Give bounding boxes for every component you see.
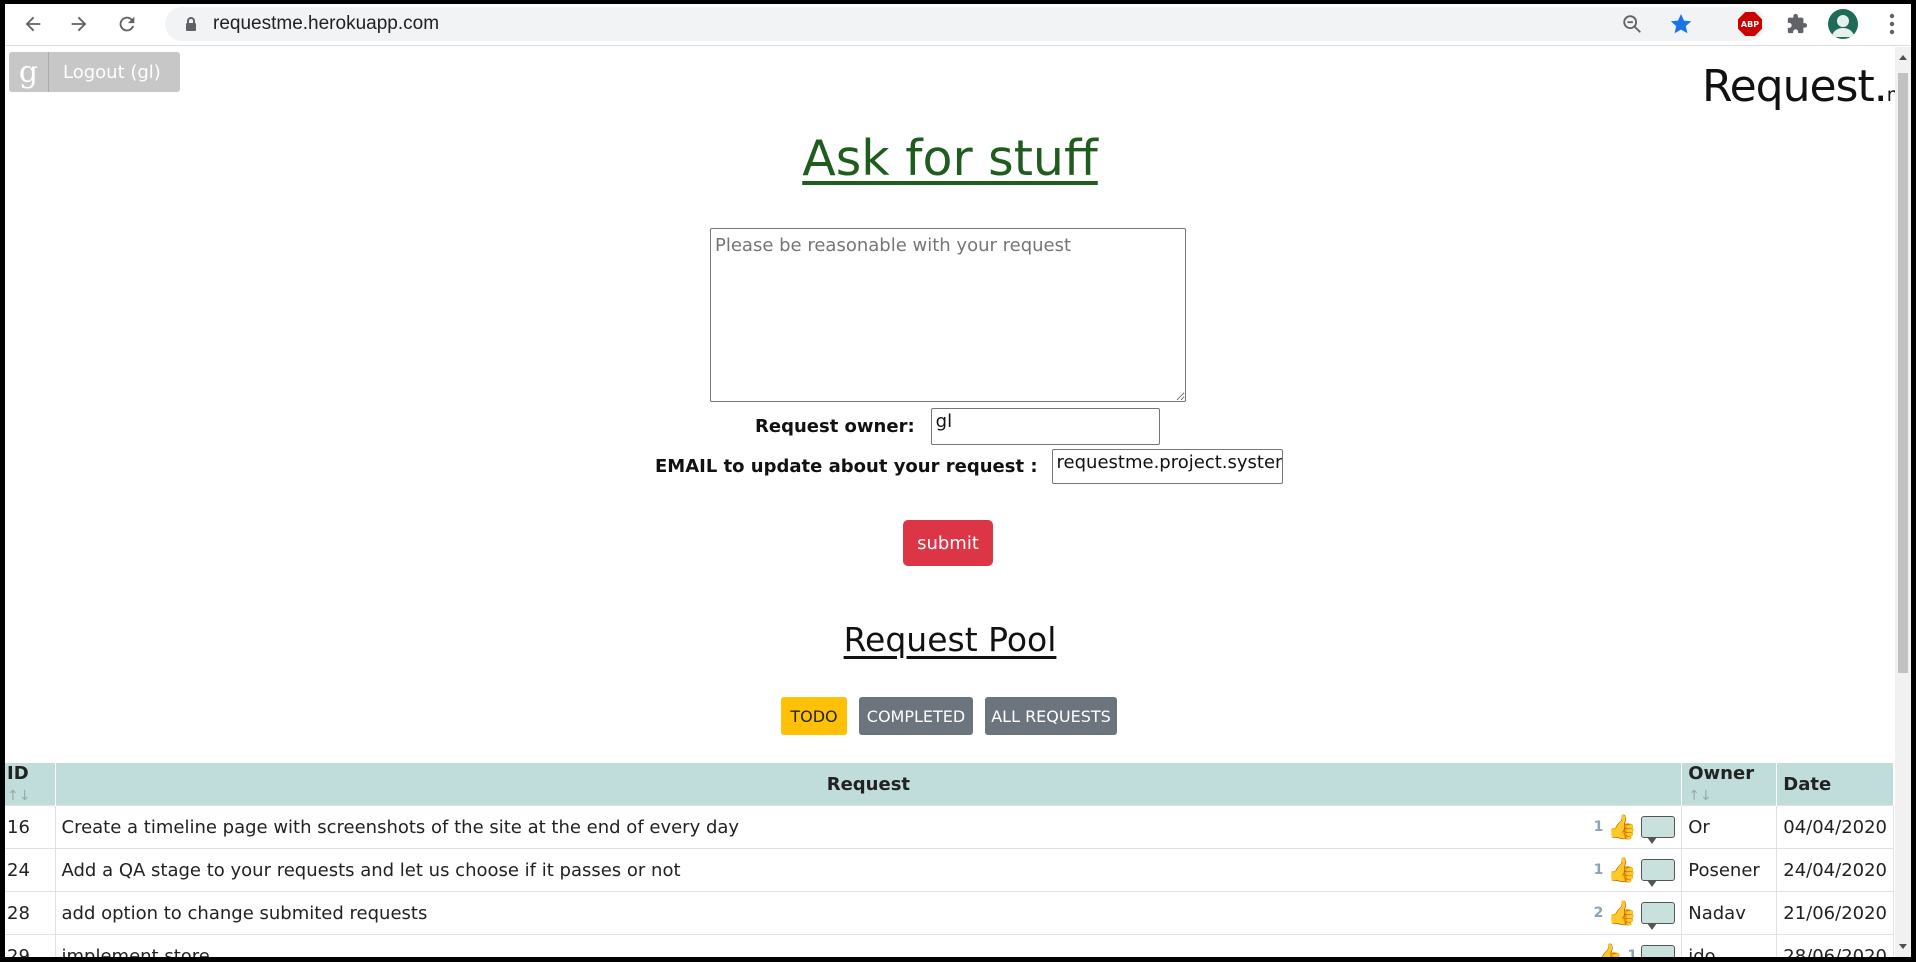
bookmark-star-icon[interactable] bbox=[1669, 12, 1693, 40]
scroll-up-arrow[interactable] bbox=[1899, 55, 1907, 60]
thumbs-up-icon[interactable]: 👍 bbox=[1607, 858, 1637, 882]
request-text[interactable]: Add a QA stage to your requests and let … bbox=[62, 860, 681, 881]
comment-icon[interactable] bbox=[1641, 816, 1676, 844]
table-row: 28 add option to change submited request… bbox=[5, 891, 1894, 935]
email-input[interactable]: requestme.project.system bbox=[1051, 449, 1283, 484]
thumbs-up-icon[interactable]: 👍 bbox=[1607, 901, 1637, 925]
comment-icon[interactable] bbox=[1641, 859, 1676, 887]
profile-avatar-icon[interactable] bbox=[1828, 9, 1858, 39]
row-id: 24 bbox=[5, 848, 56, 892]
owner-row: Request owner: gl bbox=[755, 408, 1160, 445]
browser-menu-icon[interactable] bbox=[1877, 9, 1907, 39]
browser-toolbar: requestme.herokuapp.com ABP bbox=[5, 4, 1911, 46]
table-row: 29 implement store 👍 1 ido 28/06/2020 bbox=[5, 934, 1894, 957]
table-header-row: ID ↑↓ Request Owner ↑↓ Date bbox=[5, 763, 1894, 806]
logo-main-text: Request. bbox=[1702, 61, 1888, 112]
owner-column-header[interactable]: Owner ↑↓ bbox=[1681, 763, 1778, 806]
vote-count: 1 bbox=[1593, 862, 1604, 878]
table-row: 24 Add a QA stage to your requests and l… bbox=[5, 848, 1894, 892]
id-column-header[interactable]: ID ↑↓ bbox=[5, 763, 56, 806]
thumbs-up-icon[interactable]: 👍 bbox=[1594, 944, 1624, 957]
vote-count: 2 bbox=[1593, 905, 1604, 921]
row-id: 16 bbox=[5, 805, 56, 849]
extensions-puzzle-icon[interactable] bbox=[1782, 9, 1812, 39]
adblock-icon[interactable]: ABP bbox=[1735, 9, 1765, 39]
owner-input[interactable]: gl bbox=[930, 408, 1160, 445]
row-request: Add a QA stage to your requests and let … bbox=[55, 848, 1683, 892]
row-owner: Nadav bbox=[1681, 891, 1778, 935]
row-date: 21/06/2020 bbox=[1776, 891, 1894, 935]
vote-count: 1 bbox=[1593, 819, 1604, 835]
row-owner: Or bbox=[1681, 805, 1778, 849]
request-text[interactable]: add option to change submited requests bbox=[62, 903, 428, 924]
page-content: g Logout (gl) Request.me 2 Ask for stuff… bbox=[5, 47, 1895, 957]
back-icon[interactable] bbox=[19, 10, 47, 38]
zoom-icon[interactable] bbox=[1621, 13, 1643, 39]
row-request: Create a timeline page with screenshots … bbox=[55, 805, 1683, 849]
browser-window: requestme.herokuapp.com ABP g Logout (gl… bbox=[5, 4, 1911, 957]
google-g-icon: g bbox=[9, 52, 49, 92]
url-text: requestme.herokuapp.com bbox=[213, 13, 440, 34]
scroll-thumb[interactable] bbox=[1898, 73, 1908, 673]
logout-label: Logout (gl) bbox=[63, 61, 161, 83]
page-title[interactable]: Ask for stuff bbox=[5, 130, 1895, 187]
lock-icon bbox=[185, 16, 197, 36]
email-row: EMAIL to update about your request : req… bbox=[655, 449, 1283, 484]
row-request: implement store 👍 1 bbox=[55, 934, 1683, 957]
logout-button[interactable]: g Logout (gl) bbox=[9, 52, 180, 92]
row-date: 24/04/2020 bbox=[1776, 848, 1894, 892]
owner-label: Request owner: bbox=[755, 416, 915, 437]
comment-icon[interactable] bbox=[1641, 902, 1676, 930]
request-pool-title: Request Pool bbox=[843, 620, 1057, 659]
vote-count: 1 bbox=[1627, 948, 1638, 957]
row-owner: Posener bbox=[1681, 848, 1778, 892]
sort-icon[interactable]: ↑↓ bbox=[1688, 788, 1711, 804]
forward-icon[interactable] bbox=[65, 10, 93, 38]
address-bar[interactable]: requestme.herokuapp.com bbox=[165, 7, 1765, 41]
scroll-down-arrow[interactable] bbox=[1899, 944, 1907, 949]
row-date: 04/04/2020 bbox=[1776, 805, 1894, 849]
filter-completed-button[interactable]: COMPLETED bbox=[859, 697, 973, 735]
comment-icon[interactable] bbox=[1641, 945, 1676, 957]
date-column-header: Date bbox=[1776, 763, 1894, 806]
row-request: add option to change submited requests 2… bbox=[55, 891, 1683, 935]
row-id: 29 bbox=[5, 934, 56, 957]
row-owner: ido bbox=[1681, 934, 1778, 957]
reload-icon[interactable] bbox=[113, 10, 141, 38]
row-id: 28 bbox=[5, 891, 56, 935]
email-label: EMAIL to update about your request : bbox=[655, 456, 1038, 477]
request-text[interactable]: Create a timeline page with screenshots … bbox=[62, 817, 740, 838]
row-date: 28/06/2020 bbox=[1776, 934, 1894, 957]
filter-all-requests-button[interactable]: ALL REQUESTS bbox=[985, 697, 1117, 735]
filter-todo-button[interactable]: TODO bbox=[781, 697, 847, 735]
logo-suffix: me bbox=[1887, 84, 1895, 106]
sort-icon[interactable]: ↑↓ bbox=[7, 788, 30, 804]
requests-table: ID ↑↓ Request Owner ↑↓ Date 16 Create a … bbox=[5, 763, 1894, 957]
site-logo[interactable]: Request.me 2 bbox=[1702, 61, 1895, 112]
table-row: 16 Create a timeline page with screensho… bbox=[5, 805, 1894, 849]
request-text[interactable]: implement store bbox=[62, 946, 210, 957]
thumbs-up-icon[interactable]: 👍 bbox=[1607, 815, 1637, 839]
page-scrollbar[interactable] bbox=[1895, 47, 1911, 957]
request-textarea[interactable] bbox=[710, 228, 1186, 402]
submit-button[interactable]: submit bbox=[903, 520, 993, 566]
request-column-header: Request bbox=[55, 763, 1683, 806]
